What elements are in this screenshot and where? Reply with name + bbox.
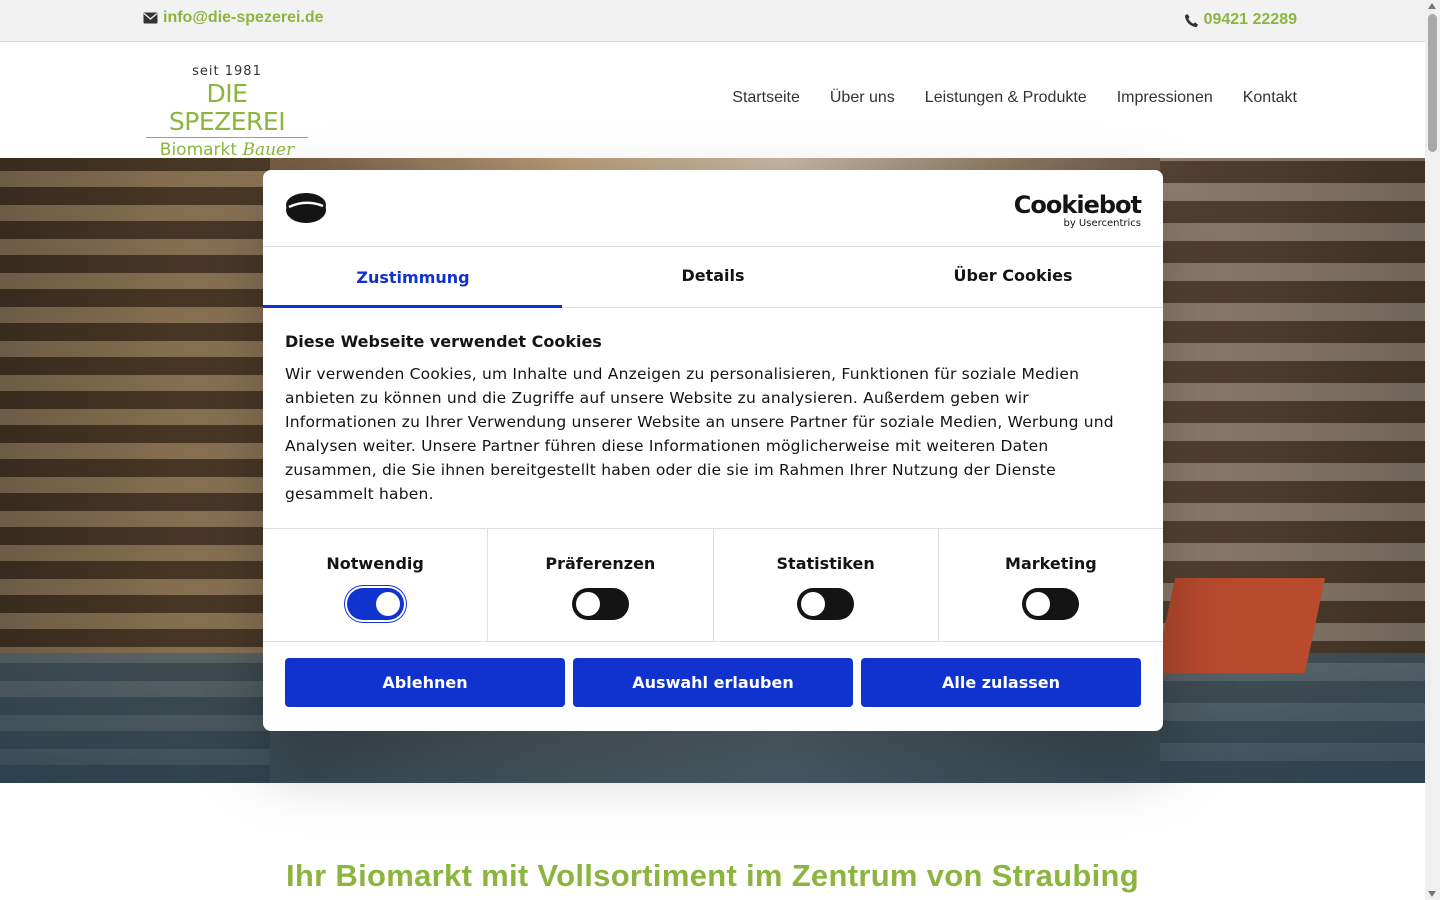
dialog-body: Diese Webseite verwendet Cookies Wir ver… xyxy=(263,308,1163,529)
toggle-statistiken: Statistiken xyxy=(714,529,939,641)
decline-button[interactable]: Ablehnen xyxy=(285,658,565,707)
email-link[interactable]: info@die-spezerei.de xyxy=(143,9,324,27)
cookie-logo-icon xyxy=(286,193,326,223)
toggle-label-marketing: Marketing xyxy=(1005,554,1097,573)
switch-knob xyxy=(375,592,400,616)
cookiebot-name: Cookiebot xyxy=(1013,191,1142,219)
switch-notwendig[interactable] xyxy=(346,588,404,620)
logo-sub-right: Bauer xyxy=(242,140,295,160)
envelope-icon xyxy=(143,12,158,24)
logo-since: seit 1981 xyxy=(192,64,262,79)
toggle-label-notwendig: Notwendig xyxy=(326,554,424,573)
scroll-down-arrow-icon[interactable] xyxy=(1428,891,1436,897)
phone-link[interactable]: 09421 22289 xyxy=(1184,11,1297,29)
nav-impressionen[interactable]: Impressionen xyxy=(1117,89,1213,107)
toggle-praeferenzen: Präferenzen xyxy=(488,529,714,641)
cookie-consent-dialog: Cookiebot by Usercentrics Zustimmung Det… xyxy=(263,170,1163,731)
tab-details[interactable]: Details xyxy=(563,247,863,307)
consent-toggles: Notwendig Präferenzen Statistiken Market… xyxy=(263,529,1163,642)
toggle-label-praeferenzen: Präferenzen xyxy=(545,554,656,573)
phone-text: 09421 22289 xyxy=(1203,11,1297,28)
page-headline: Ihr Biomarkt mit Vollsortiment im Zentru… xyxy=(286,858,1139,893)
dialog-buttons: Ablehnen Auswahl erlauben Alle zulassen xyxy=(263,642,1163,723)
allow-selection-button[interactable]: Auswahl erlauben xyxy=(573,658,853,707)
switch-knob xyxy=(1026,592,1051,616)
active-tab-indicator xyxy=(263,305,562,308)
cookiebot-sub: by Usercentrics xyxy=(1063,218,1141,229)
phone-icon xyxy=(1184,13,1198,27)
toggle-notwendig: Notwendig xyxy=(263,529,489,641)
site-header: seit 1981 DIE SPEZEREI Biomarkt Bauer St… xyxy=(0,42,1425,160)
dialog-header: Cookiebot by Usercentrics xyxy=(263,170,1163,247)
tab-zustimmung[interactable]: Zustimmung xyxy=(263,247,563,307)
page-scrollbar[interactable] xyxy=(1425,0,1440,900)
nav-startseite[interactable]: Startseite xyxy=(732,89,800,107)
allow-all-button[interactable]: Alle zulassen xyxy=(861,658,1141,707)
nav-ueber-uns[interactable]: Über uns xyxy=(830,89,895,107)
dialog-title: Diese Webseite verwendet Cookies xyxy=(285,332,602,351)
switch-knob xyxy=(801,592,826,616)
toggle-marketing: Marketing xyxy=(939,529,1163,641)
tab-ueber-cookies[interactable]: Über Cookies xyxy=(863,247,1163,307)
switch-marketing[interactable] xyxy=(1022,588,1080,620)
scrollbar-thumb[interactable] xyxy=(1428,14,1437,152)
dialog-text: Wir verwenden Cookies, um Inhalte und An… xyxy=(285,365,1114,503)
site-logo[interactable]: seit 1981 DIE SPEZEREI Biomarkt Bauer xyxy=(146,64,308,160)
hero-rug xyxy=(1154,578,1326,673)
nav-kontakt[interactable]: Kontakt xyxy=(1243,89,1297,107)
dialog-tabs: Zustimmung Details Über Cookies xyxy=(263,247,1163,308)
email-text: info@die-spezerei.de xyxy=(163,9,324,26)
main-nav: Startseite Über uns Leistungen & Produkt… xyxy=(732,89,1297,107)
top-contact-bar: info@die-spezerei.de 09421 22289 xyxy=(0,0,1425,42)
cookiebot-brand[interactable]: Cookiebot by Usercentrics xyxy=(1013,191,1142,229)
scroll-up-arrow-icon[interactable] xyxy=(1428,3,1436,9)
logo-sub-left: Biomarkt xyxy=(159,140,238,160)
nav-leistungen[interactable]: Leistungen & Produkte xyxy=(925,89,1087,107)
toggle-label-statistiken: Statistiken xyxy=(776,554,875,573)
switch-knob xyxy=(575,592,600,616)
switch-praeferenzen[interactable] xyxy=(571,588,629,620)
logo-name: DIE SPEZEREI xyxy=(146,80,308,138)
switch-statistiken[interactable] xyxy=(797,588,855,620)
